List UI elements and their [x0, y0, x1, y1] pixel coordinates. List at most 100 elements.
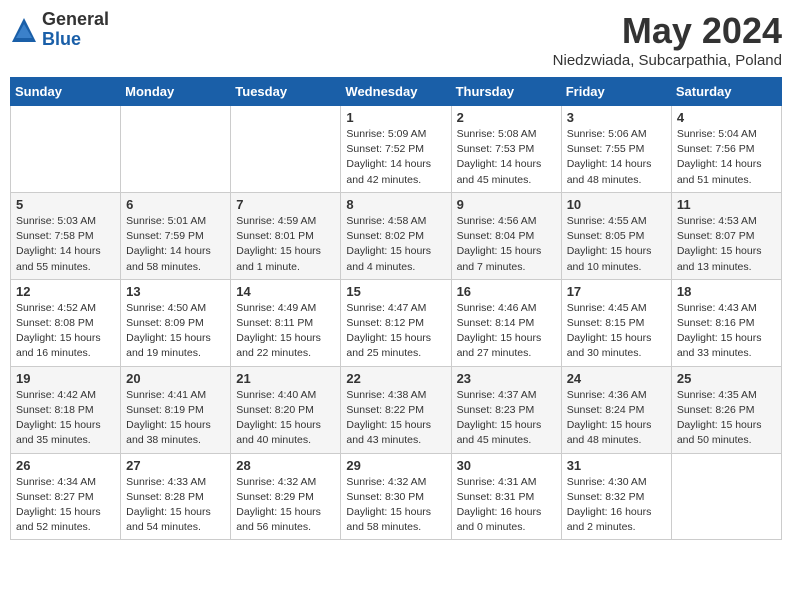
calendar-week-row: 5Sunrise: 5:03 AM Sunset: 7:58 PM Daylig… — [11, 192, 782, 279]
weekday-header-row: SundayMondayTuesdayWednesdayThursdayFrid… — [11, 78, 782, 106]
day-number: 23 — [457, 371, 556, 386]
weekday-header-monday: Monday — [121, 78, 231, 106]
day-info: Sunrise: 4:32 AM Sunset: 8:29 PM Dayligh… — [236, 475, 335, 536]
calendar-cell: 16 Sunrise: 4:46 AM Sunset: 8:14 PM Dayli… — [451, 279, 561, 366]
day-number: 25 — [677, 371, 776, 386]
day-info: Sunrise: 4:55 AM Sunset: 8:05 PM Dayligh… — [567, 214, 666, 275]
day-info: Sunrise: 4:43 AM Sunset: 8:16 PM Dayligh… — [677, 301, 776, 362]
day-info: Sunrise: 4:49 AM Sunset: 8:11 PM Dayligh… — [236, 301, 335, 362]
day-number: 31 — [567, 458, 666, 473]
calendar-cell: 30 Sunrise: 4:31 AM Sunset: 8:31 PM Dayli… — [451, 453, 561, 540]
day-number: 28 — [236, 458, 335, 473]
day-number: 21 — [236, 371, 335, 386]
day-number: 8 — [346, 197, 445, 212]
day-number: 24 — [567, 371, 666, 386]
calendar-cell: 14 Sunrise: 4:49 AM Sunset: 8:11 PM Dayli… — [231, 279, 341, 366]
calendar-cell: 29 Sunrise: 4:32 AM Sunset: 8:30 PM Dayli… — [341, 453, 451, 540]
day-number: 4 — [677, 110, 776, 125]
weekday-header-saturday: Saturday — [671, 78, 781, 106]
day-info: Sunrise: 4:45 AM Sunset: 8:15 PM Dayligh… — [567, 301, 666, 362]
weekday-header-thursday: Thursday — [451, 78, 561, 106]
day-number: 6 — [126, 197, 225, 212]
day-info: Sunrise: 4:33 AM Sunset: 8:28 PM Dayligh… — [126, 475, 225, 536]
calendar-week-row: 26 Sunrise: 4:34 AM Sunset: 8:27 PM Dayli… — [11, 453, 782, 540]
page-header: General Blue May 2024 Niedzwiada, Subcar… — [10, 10, 782, 69]
day-number: 10 — [567, 197, 666, 212]
day-info: Sunrise: 4:59 AM Sunset: 8:01 PM Dayligh… — [236, 214, 335, 275]
day-info: Sunrise: 4:53 AM Sunset: 8:07 PM Dayligh… — [677, 214, 776, 275]
calendar-cell — [121, 106, 231, 193]
month-title: May 2024 — [553, 10, 782, 52]
day-number: 18 — [677, 284, 776, 299]
day-info: Sunrise: 4:46 AM Sunset: 8:14 PM Dayligh… — [457, 301, 556, 362]
weekday-header-friday: Friday — [561, 78, 671, 106]
calendar-cell: 31 Sunrise: 4:30 AM Sunset: 8:32 PM Dayli… — [561, 453, 671, 540]
calendar-cell: 19 Sunrise: 4:42 AM Sunset: 8:18 PM Dayli… — [11, 366, 121, 453]
calendar-cell — [11, 106, 121, 193]
day-info: Sunrise: 4:47 AM Sunset: 8:12 PM Dayligh… — [346, 301, 445, 362]
day-number: 19 — [16, 371, 115, 386]
calendar-cell: 25Sunrise: 4:35 AM Sunset: 8:26 PM Dayli… — [671, 366, 781, 453]
logo: General Blue — [10, 10, 109, 50]
day-info: Sunrise: 4:52 AM Sunset: 8:08 PM Dayligh… — [16, 301, 115, 362]
calendar-cell: 17 Sunrise: 4:45 AM Sunset: 8:15 PM Dayli… — [561, 279, 671, 366]
day-number: 13 — [126, 284, 225, 299]
day-number: 15 — [346, 284, 445, 299]
day-number: 3 — [567, 110, 666, 125]
day-info: Sunrise: 5:06 AM Sunset: 7:55 PM Dayligh… — [567, 127, 666, 188]
day-info: Sunrise: 4:31 AM Sunset: 8:31 PM Dayligh… — [457, 475, 556, 536]
day-info: Sunrise: 5:03 AM Sunset: 7:58 PM Dayligh… — [16, 214, 115, 275]
day-number: 14 — [236, 284, 335, 299]
weekday-header-wednesday: Wednesday — [341, 78, 451, 106]
calendar-cell: 18 Sunrise: 4:43 AM Sunset: 8:16 PM Dayli… — [671, 279, 781, 366]
calendar-cell: 26 Sunrise: 4:34 AM Sunset: 8:27 PM Dayli… — [11, 453, 121, 540]
calendar-cell — [231, 106, 341, 193]
logo-blue: Blue — [42, 30, 109, 50]
day-number: 17 — [567, 284, 666, 299]
day-number: 12 — [16, 284, 115, 299]
day-number: 16 — [457, 284, 556, 299]
logo-general: General — [42, 10, 109, 30]
calendar-cell: 21 Sunrise: 4:40 AM Sunset: 8:20 PM Dayli… — [231, 366, 341, 453]
title-block: May 2024 Niedzwiada, Subcarpathia, Polan… — [553, 10, 782, 69]
calendar-cell: 10 Sunrise: 4:55 AM Sunset: 8:05 PM Dayli… — [561, 192, 671, 279]
calendar-cell: 12 Sunrise: 4:52 AM Sunset: 8:08 PM Dayli… — [11, 279, 121, 366]
calendar-cell: 8 Sunrise: 4:58 AM Sunset: 8:02 PM Daylig… — [341, 192, 451, 279]
calendar-cell: 2 Sunrise: 5:08 AM Sunset: 7:53 PM Daylig… — [451, 106, 561, 193]
day-info: Sunrise: 4:32 AM Sunset: 8:30 PM Dayligh… — [346, 475, 445, 536]
day-number: 7 — [236, 197, 335, 212]
day-info: Sunrise: 5:09 AM Sunset: 7:52 PM Dayligh… — [346, 127, 445, 188]
calendar-cell: 23 Sunrise: 4:37 AM Sunset: 8:23 PM Dayli… — [451, 366, 561, 453]
day-info: Sunrise: 4:34 AM Sunset: 8:27 PM Dayligh… — [16, 475, 115, 536]
calendar-cell: 24Sunrise: 4:36 AM Sunset: 8:24 PM Dayli… — [561, 366, 671, 453]
calendar-cell: 6 Sunrise: 5:01 AM Sunset: 7:59 PM Daylig… — [121, 192, 231, 279]
day-number: 2 — [457, 110, 556, 125]
day-info: Sunrise: 5:04 AM Sunset: 7:56 PM Dayligh… — [677, 127, 776, 188]
day-info: Sunrise: 4:42 AM Sunset: 8:18 PM Dayligh… — [16, 388, 115, 449]
day-number: 29 — [346, 458, 445, 473]
calendar-cell — [671, 453, 781, 540]
calendar-cell: 15 Sunrise: 4:47 AM Sunset: 8:12 PM Dayli… — [341, 279, 451, 366]
calendar-cell: 5Sunrise: 5:03 AM Sunset: 7:58 PM Daylig… — [11, 192, 121, 279]
calendar-table: SundayMondayTuesdayWednesdayThursdayFrid… — [10, 77, 782, 540]
calendar-week-row: 12 Sunrise: 4:52 AM Sunset: 8:08 PM Dayli… — [11, 279, 782, 366]
day-info: Sunrise: 4:37 AM Sunset: 8:23 PM Dayligh… — [457, 388, 556, 449]
day-number: 26 — [16, 458, 115, 473]
day-info: Sunrise: 4:58 AM Sunset: 8:02 PM Dayligh… — [346, 214, 445, 275]
day-info: Sunrise: 4:30 AM Sunset: 8:32 PM Dayligh… — [567, 475, 666, 536]
day-info: Sunrise: 4:40 AM Sunset: 8:20 PM Dayligh… — [236, 388, 335, 449]
day-info: Sunrise: 4:56 AM Sunset: 8:04 PM Dayligh… — [457, 214, 556, 275]
calendar-cell: 1Sunrise: 5:09 AM Sunset: 7:52 PM Daylig… — [341, 106, 451, 193]
day-number: 20 — [126, 371, 225, 386]
day-number: 9 — [457, 197, 556, 212]
calendar-cell: 27Sunrise: 4:33 AM Sunset: 8:28 PM Dayli… — [121, 453, 231, 540]
day-number: 30 — [457, 458, 556, 473]
day-info: Sunrise: 5:01 AM Sunset: 7:59 PM Dayligh… — [126, 214, 225, 275]
day-number: 11 — [677, 197, 776, 212]
calendar-cell: 11 Sunrise: 4:53 AM Sunset: 8:07 PM Dayli… — [671, 192, 781, 279]
calendar-cell: 3 Sunrise: 5:06 AM Sunset: 7:55 PM Daylig… — [561, 106, 671, 193]
logo-icon — [10, 16, 38, 44]
day-info: Sunrise: 5:08 AM Sunset: 7:53 PM Dayligh… — [457, 127, 556, 188]
calendar-cell: 28 Sunrise: 4:32 AM Sunset: 8:29 PM Dayli… — [231, 453, 341, 540]
weekday-header-sunday: Sunday — [11, 78, 121, 106]
